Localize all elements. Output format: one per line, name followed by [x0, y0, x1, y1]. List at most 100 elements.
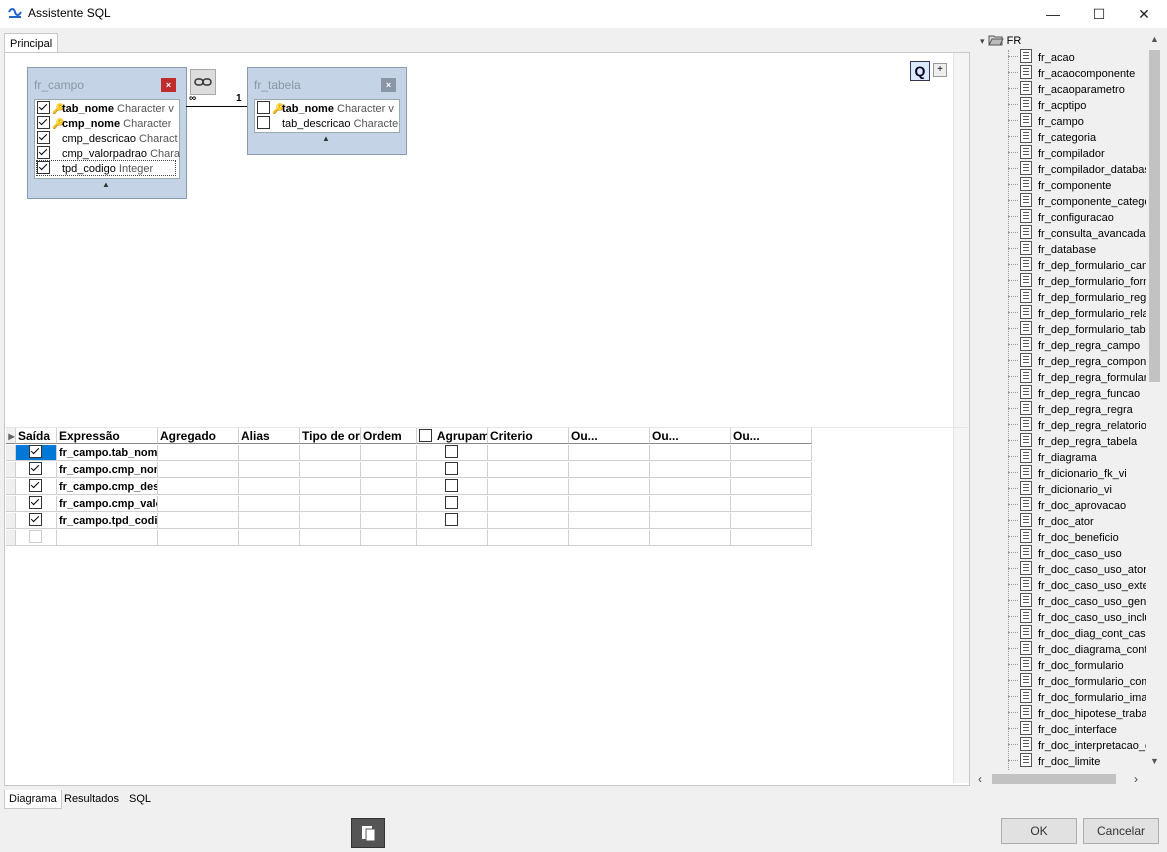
tree-item[interactable]: fr_categoria [1008, 129, 1096, 145]
checkbox[interactable] [37, 101, 50, 114]
grid-cell[interactable] [488, 513, 569, 529]
grid-cell[interactable] [569, 530, 650, 546]
tree-item[interactable]: fr_campo [1008, 113, 1084, 129]
expressao-cell[interactable]: fr_campo.tab_nome [57, 445, 158, 461]
tree-item[interactable]: fr_compilador [1008, 145, 1105, 161]
tree-item[interactable]: fr_dep_regra_regra [1008, 401, 1133, 417]
table-close-button[interactable]: × [161, 78, 176, 92]
grid-cell[interactable] [488, 445, 569, 461]
tree-item[interactable]: fr_dep_regra_relatorio [1008, 417, 1147, 433]
grid-cell[interactable] [731, 496, 812, 512]
field-row[interactable]: tpd_codigo Integer [36, 160, 176, 176]
checkbox[interactable] [445, 462, 458, 475]
col-ou-3[interactable]: Ou... [731, 428, 812, 444]
grid-cell[interactable] [239, 479, 300, 495]
grid-cell[interactable] [488, 479, 569, 495]
checkbox[interactable] [37, 131, 50, 144]
saida-cell[interactable] [16, 496, 57, 512]
col-tipo-ordem[interactable]: Tipo de ordem [300, 428, 361, 444]
grid-cell[interactable] [300, 530, 361, 546]
tree-item[interactable]: fr_diagrama [1008, 449, 1097, 465]
tab-diagrama[interactable]: Diagrama [4, 790, 62, 809]
query-button[interactable]: Q [910, 61, 930, 81]
grid-cell[interactable] [731, 462, 812, 478]
cancel-button[interactable]: Cancelar [1083, 818, 1159, 844]
tree-item[interactable]: fr_doc_beneficio [1008, 529, 1119, 545]
tree-item[interactable]: fr_doc_hipotese_trabalho [1008, 705, 1162, 721]
grid-cell[interactable] [158, 445, 239, 461]
maximize-button[interactable]: ☐ [1076, 0, 1122, 28]
tree-item[interactable]: fr_dicionario_fk_vi [1008, 465, 1127, 481]
tree-item[interactable]: fr_doc_diag_cont_caso [1008, 625, 1152, 641]
saida-cell[interactable] [16, 513, 57, 529]
grid-cell[interactable] [239, 513, 300, 529]
expressao-cell[interactable]: fr_campo.cmp_valorpadrao [57, 496, 158, 512]
checkbox[interactable] [257, 101, 270, 114]
scroll-right-icon[interactable]: › [1134, 772, 1138, 786]
table-fr-tabela[interactable]: fr_tabela × 🔑tab_nome Character v tab_de… [247, 67, 407, 155]
tree-item[interactable]: fr_doc_formulario [1008, 657, 1124, 673]
table-fr-campo[interactable]: fr_campo × 🔑tab_nome Character v 🔑cmp_no… [27, 67, 187, 199]
checkbox[interactable] [29, 479, 42, 492]
relation-line[interactable] [186, 106, 248, 107]
paste-button[interactable] [351, 818, 385, 848]
tree-item[interactable]: fr_doc_formulario_imagem [1008, 689, 1163, 705]
tree-item[interactable]: fr_acptipo [1008, 97, 1086, 113]
tree-item[interactable]: fr_dicionario_vi [1008, 481, 1112, 497]
grid-cell[interactable] [650, 445, 731, 461]
checkbox[interactable] [29, 496, 42, 509]
tree-item[interactable]: fr_componente_categoria [1008, 193, 1163, 209]
tab-sql[interactable]: SQL [125, 790, 155, 808]
tree-item[interactable]: fr_doc_ator [1008, 513, 1094, 529]
grid-cell[interactable] [361, 479, 417, 495]
tree-vertical-scrollbar[interactable]: ▲ ▼ [1146, 32, 1163, 772]
tree-item[interactable]: fr_dep_regra_formulario [1008, 369, 1156, 385]
field-row[interactable]: cmp_valorpadrao Chara [37, 146, 180, 160]
checkbox[interactable] [37, 146, 50, 159]
tree-item[interactable]: fr_doc_formulario_comando [1008, 673, 1163, 689]
grid-cell[interactable] [300, 513, 361, 529]
tree-item[interactable]: fr_acaoparametro [1008, 81, 1125, 97]
tree-item[interactable]: fr_consulta_avancada [1008, 225, 1146, 241]
tree-item[interactable]: fr_doc_interface [1008, 721, 1117, 737]
tree-item[interactable]: fr_dep_formulario_regra [1008, 289, 1156, 305]
scroll-thumb-horizontal[interactable] [992, 774, 1116, 784]
expressao-cell[interactable]: fr_campo.cmp_nome [57, 462, 158, 478]
checkbox[interactable] [29, 462, 42, 475]
grid-cell[interactable] [650, 530, 731, 546]
checkbox[interactable] [29, 530, 42, 543]
grid-cell[interactable] [731, 530, 812, 546]
grid-cell[interactable] [239, 445, 300, 461]
grid-cell[interactable] [158, 462, 239, 478]
field-row[interactable]: cmp_descricao Charact [37, 131, 178, 145]
grid-cell[interactable] [300, 445, 361, 461]
col-alias[interactable]: Alias [239, 428, 300, 444]
tree-item[interactable]: fr_dep_regra_tabela [1008, 433, 1137, 449]
agrupamento-cell[interactable] [417, 479, 488, 495]
scroll-up-icon[interactable]: ▲ [1146, 34, 1163, 44]
close-button[interactable]: ✕ [1121, 0, 1167, 28]
col-criterio[interactable]: Criterio [488, 428, 569, 444]
saida-cell[interactable] [16, 445, 57, 461]
saida-cell[interactable] [16, 530, 57, 546]
grid-cell[interactable] [569, 462, 650, 478]
col-agregado[interactable]: Agregado [158, 428, 239, 444]
tree-item[interactable]: fr_dep_formulario_tabela [1008, 321, 1160, 337]
tree-item[interactable]: fr_doc_diagrama_contexto [1008, 641, 1163, 657]
agrupamento-cell[interactable] [417, 530, 488, 546]
tree-item[interactable]: fr_dep_formulario_relatorio [1008, 305, 1163, 321]
saida-cell[interactable] [16, 479, 57, 495]
grid-cell[interactable] [569, 445, 650, 461]
tree-item[interactable]: fr_doc_caso_uso_ator [1008, 561, 1147, 577]
grid-cell[interactable] [488, 462, 569, 478]
checkbox[interactable] [445, 479, 458, 492]
grid-cell[interactable] [300, 496, 361, 512]
grid-cell[interactable] [731, 513, 812, 529]
grid-cell[interactable] [569, 513, 650, 529]
tree-item[interactable]: fr_dep_regra_funcao [1008, 385, 1140, 401]
grid-cell[interactable] [239, 462, 300, 478]
grid-cell[interactable] [300, 462, 361, 478]
checkbox[interactable] [29, 513, 42, 526]
link-button[interactable] [190, 69, 216, 95]
grid-cell[interactable] [488, 496, 569, 512]
